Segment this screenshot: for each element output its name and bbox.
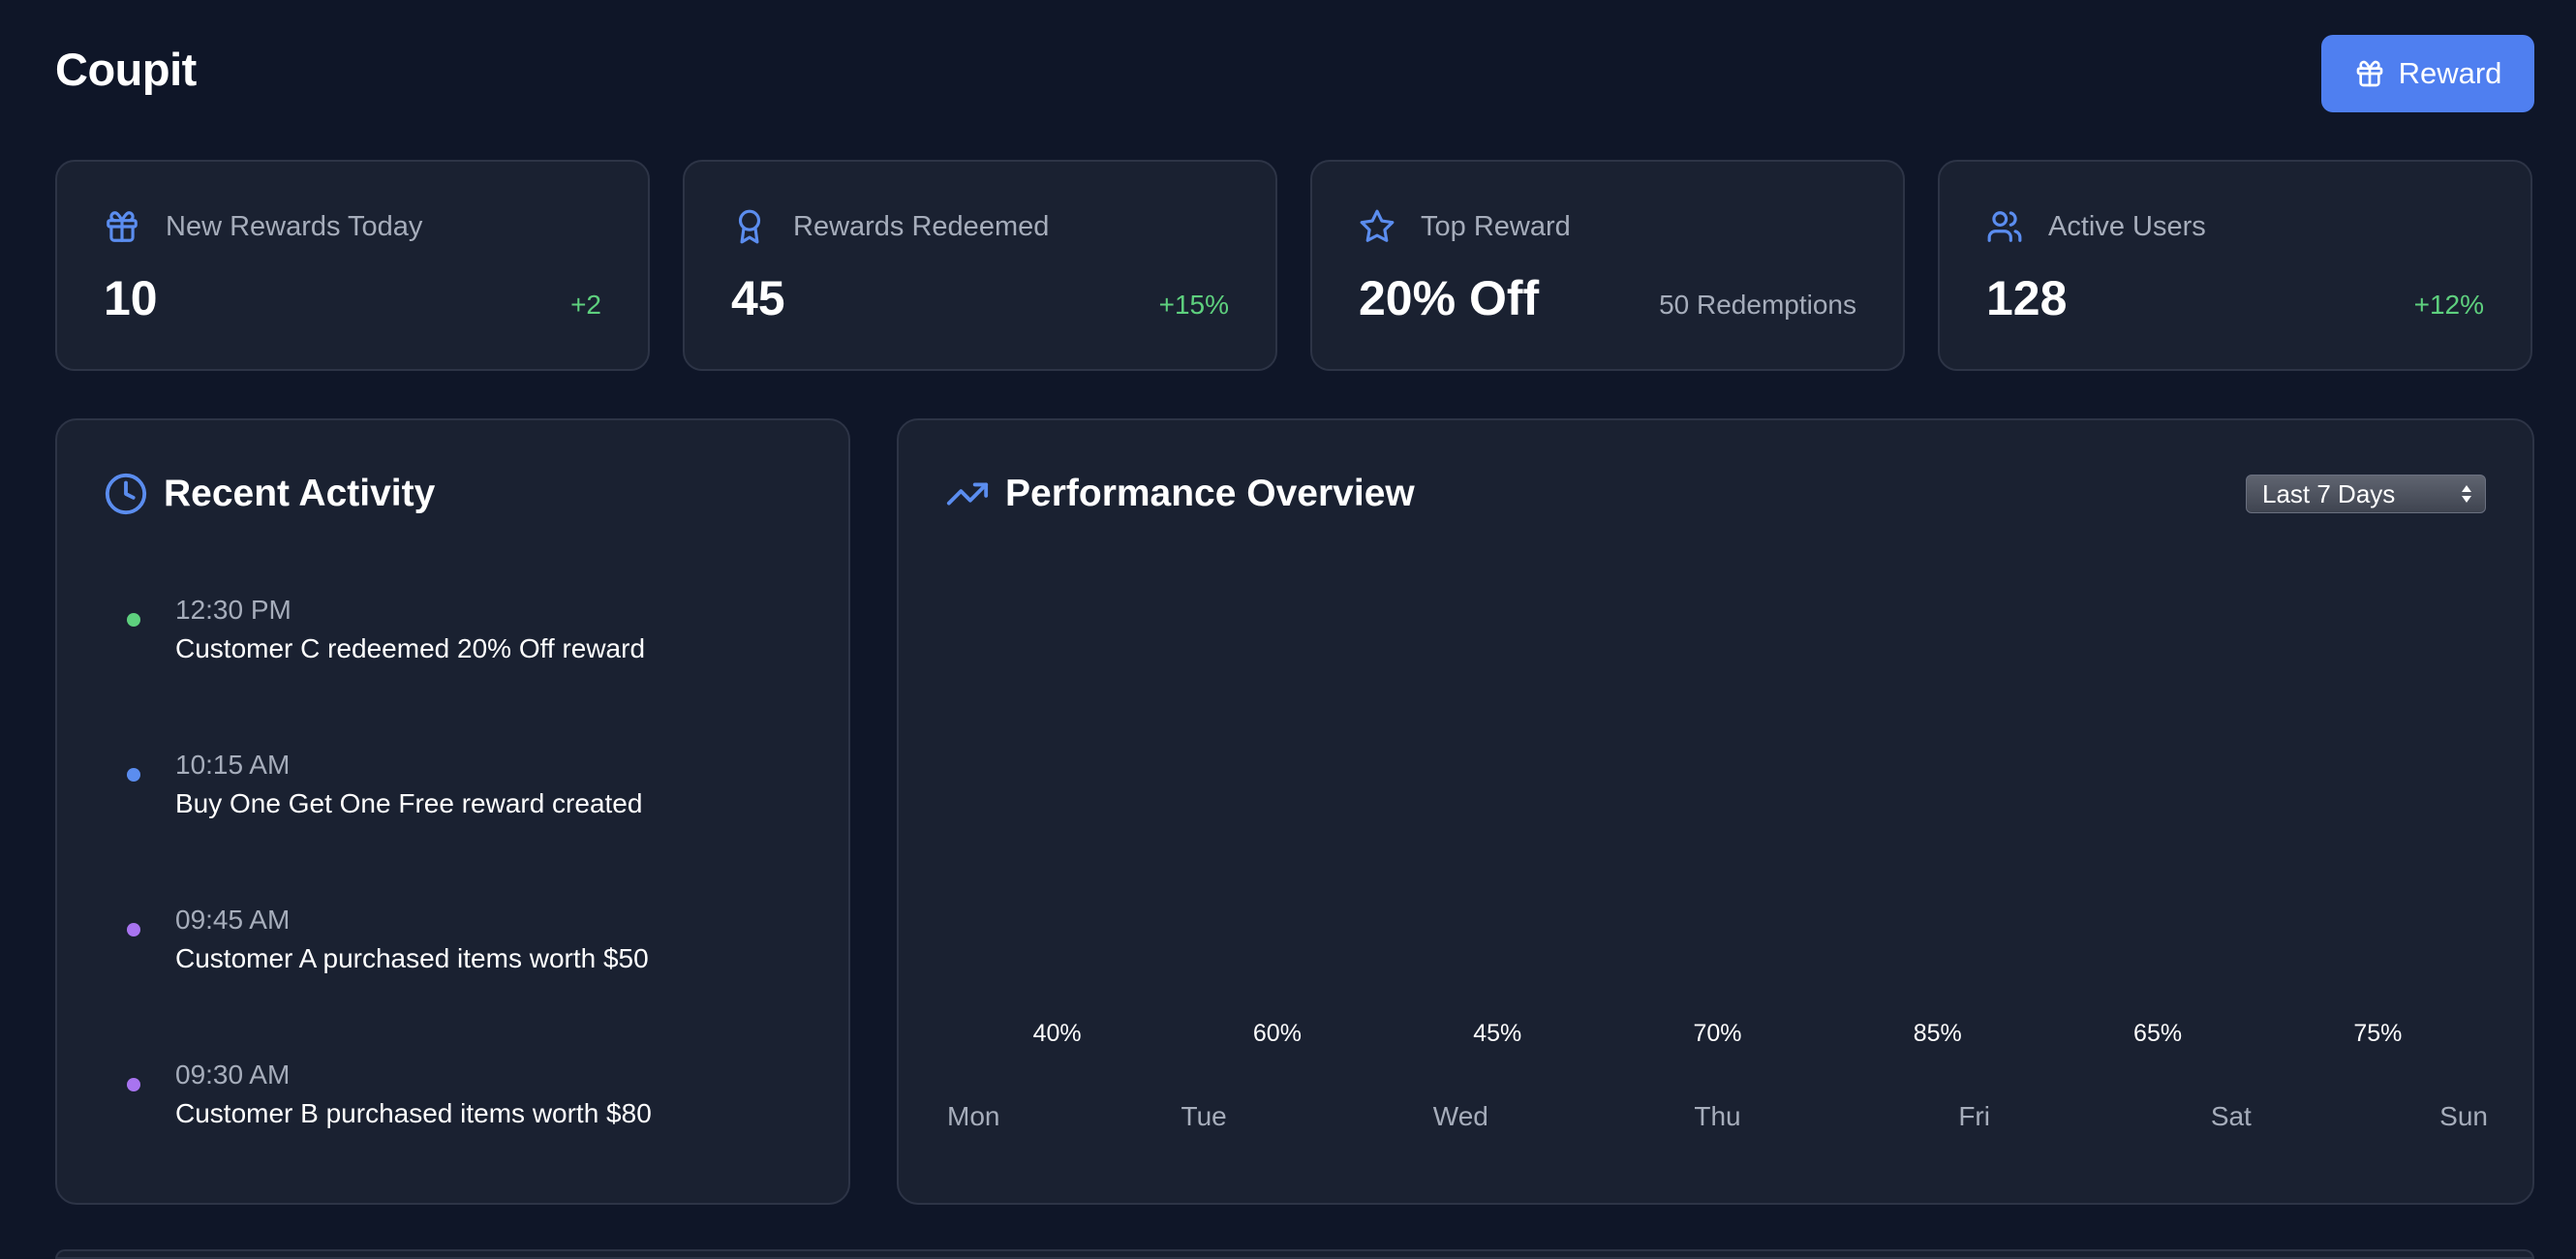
gift-icon <box>2356 60 2382 87</box>
status-dot <box>127 1078 140 1091</box>
bar-value-label: 85% <box>1914 1020 1962 1047</box>
x-tick-label: Wed <box>1433 1101 1488 1131</box>
chart-bar <box>1860 665 2014 1011</box>
bar-value-label: 70% <box>1693 1020 1741 1047</box>
activity-text: Buy One Get One Free reward created <box>175 788 643 818</box>
status-dot <box>127 768 140 782</box>
x-tick-label: Sun <box>2439 1101 2488 1131</box>
star-icon <box>1360 209 1395 242</box>
activity-text: Customer C redeemed 20% Off reward <box>175 633 646 663</box>
clock-icon <box>105 473 147 515</box>
stat-card-rewards-redeemed: Rewards Redeemed 45 +15% <box>683 160 1277 371</box>
activity-time: 09:45 AM <box>175 905 291 935</box>
chart-bar <box>1421 828 1575 1011</box>
users-icon <box>1987 211 2022 242</box>
bar-value-label: 45% <box>1473 1020 1521 1047</box>
x-tick-label: Tue <box>1181 1101 1227 1131</box>
recent-activity-panel: Recent Activity 12:30 PM Customer C rede… <box>55 418 850 1205</box>
bar-value-label: 60% <box>1253 1020 1302 1047</box>
performance-bar-chart: 40% Mon 60% Tue 45% Wed 70% Thu 85% Fri 65% Sat 75% S… <box>947 665 2488 1131</box>
chart-bar <box>980 848 1134 1011</box>
stat-redemptions: 50 Redemptions <box>1659 290 1856 320</box>
gift-icon <box>107 211 138 242</box>
stat-label: New Rewards Today <box>166 210 423 242</box>
panel-title: Recent Activity <box>164 473 436 514</box>
stat-value: 10 <box>104 271 158 325</box>
stat-value: 45 <box>731 271 785 325</box>
x-tick-label: Fri <box>1958 1101 1990 1131</box>
bar-value-label: 75% <box>2353 1020 2402 1047</box>
stat-value: 20% Off <box>1359 271 1540 325</box>
add-reward-button[interactable]: Reward <box>2321 35 2534 112</box>
bar-value-label: 40% <box>1033 1020 1082 1047</box>
x-tick-label: Sat <box>2211 1101 2252 1131</box>
activity-text: Customer A purchased items worth $50 <box>175 943 649 973</box>
stat-delta: +15% <box>1158 290 1229 320</box>
stat-delta: +2 <box>570 290 601 320</box>
award-icon <box>738 209 761 244</box>
app-title: Coupit <box>55 44 197 95</box>
activity-time: 12:30 PM <box>175 595 291 625</box>
bar-value-label: 65% <box>2133 1020 2182 1047</box>
stat-label: Rewards Redeemed <box>793 210 1050 242</box>
stat-delta: +12% <box>2413 290 2484 320</box>
stat-label: Top Reward <box>1421 210 1571 242</box>
chart-bar <box>1200 767 1354 1011</box>
activity-text: Customer B purchased items worth $80 <box>175 1098 652 1128</box>
x-tick-label: Mon <box>947 1101 999 1131</box>
stat-value: 128 <box>1986 271 2068 325</box>
stat-label: Active Users <box>2048 210 2206 242</box>
activity-time: 10:15 AM <box>175 750 291 780</box>
activity-time: 09:30 AM <box>175 1059 291 1090</box>
chart-bar <box>2081 747 2235 1011</box>
next-panel-edge <box>55 1249 2534 1259</box>
stat-card-top-reward: Top Reward 20% Off 50 Redemptions <box>1310 160 1905 371</box>
performance-overview-panel: Performance Overview Last 7 Days 40% Mon 6… <box>897 418 2534 1205</box>
status-dot <box>127 613 140 627</box>
x-tick-label: Thu <box>1694 1101 1740 1131</box>
stat-card-new-rewards: New Rewards Today 10 +2 <box>55 160 650 371</box>
chart-bar <box>1641 726 1794 1011</box>
status-dot <box>127 923 140 937</box>
reward-button-label: Reward <box>2398 56 2502 90</box>
stat-card-active-users: Active Users 128 +12% <box>1938 160 2532 371</box>
chart-bar <box>2301 706 2455 1011</box>
